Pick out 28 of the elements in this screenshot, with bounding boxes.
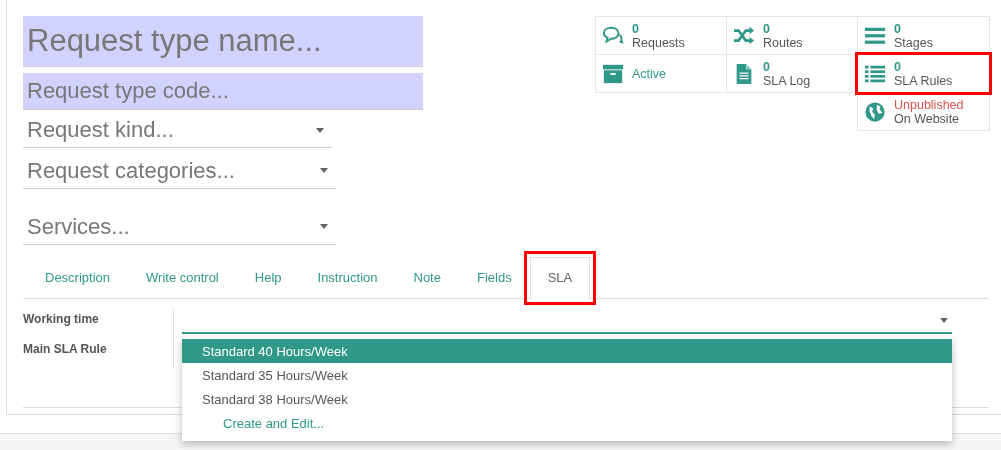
- select-field[interactable]: Request categories...: [23, 153, 336, 189]
- dropdown-option[interactable]: Standard 38 Hours/Week: [182, 387, 952, 411]
- caret-icon: [940, 318, 948, 323]
- globe-icon: [864, 100, 886, 123]
- select-field[interactable]: Request kind...: [23, 113, 332, 148]
- field-label: Main SLA Rule: [23, 342, 108, 356]
- archive-box-icon: [602, 62, 624, 85]
- text-field[interactable]: Request type name...: [23, 16, 423, 67]
- dropdown-option[interactable]: Standard 35 Hours/Week: [182, 363, 952, 387]
- smart-button[interactable]: Unpublished On Website: [857, 92, 990, 131]
- tab[interactable]: Description: [27, 269, 129, 298]
- tab[interactable]: Write control: [128, 269, 237, 298]
- field-label: Working time: [23, 312, 100, 326]
- smart-button[interactable]: 0 Requests: [595, 16, 727, 55]
- text-field[interactable]: Request type code...: [23, 73, 423, 110]
- dropdown-option[interactable]: Standard 40 Hours/Week: [182, 339, 952, 363]
- smart-button[interactable]: 0 Stages: [857, 16, 990, 55]
- select-field[interactable]: Services...: [23, 209, 336, 245]
- caret-icon: [320, 224, 328, 229]
- tab[interactable]: Instruction: [299, 269, 396, 298]
- tab[interactable]: Help: [236, 269, 300, 298]
- caret-icon: [316, 127, 324, 133]
- caret-icon: [320, 168, 328, 173]
- smart-button[interactable]: 0 SLA Rules: [857, 54, 990, 93]
- create-link[interactable]: Create and Edit...: [182, 411, 952, 435]
- smart-button[interactable]: Active: [595, 54, 727, 93]
- tab[interactable]: Note: [395, 269, 459, 298]
- tab[interactable]: Fields: [458, 269, 530, 298]
